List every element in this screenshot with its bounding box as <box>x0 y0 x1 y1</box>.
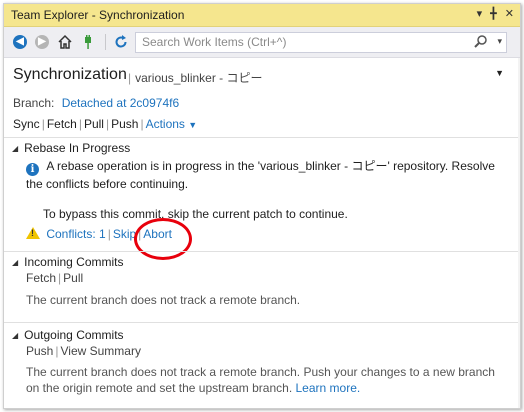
warning-icon <box>26 227 40 239</box>
title-bar: Team Explorer - Synchronization ▾ ╋ ✕ <box>4 4 520 27</box>
chevron-down-icon: ▼ <box>188 120 198 130</box>
team-explorer-window: Team Explorer - Synchronization ▾ ╋ ✕ ◀ … <box>3 3 521 409</box>
search-icon[interactable] <box>474 34 488 51</box>
learn-more-link[interactable]: Learn more. <box>296 381 361 395</box>
outgoing-push-link[interactable]: Push <box>26 344 53 358</box>
title-bar-buttons: ▾ ╋ ✕ <box>477 7 514 20</box>
info-icon: i <box>26 163 39 176</box>
bypass-note: To bypass this commit, skip the current … <box>26 206 506 222</box>
sync-actions-bar: Sync | Fetch | Pull | Push | Actions ▼ <box>13 117 198 131</box>
divider <box>4 322 520 323</box>
outgoing-note: The current branch does not track a remo… <box>26 364 501 396</box>
repository-name: various_blinker - コピー <box>135 71 263 85</box>
search-box: ▾ <box>135 32 507 53</box>
pin-icon[interactable]: ╋ <box>490 7 497 20</box>
view-summary-link[interactable]: View Summary <box>60 344 140 358</box>
incoming-fetch-link[interactable]: Fetch <box>26 271 56 285</box>
incoming-section-header[interactable]: ◢ Incoming Commits <box>12 255 124 269</box>
incoming-heading: Incoming Commits <box>24 255 124 269</box>
outgoing-section-header[interactable]: ◢ Outgoing Commits <box>12 328 124 342</box>
refresh-icon[interactable] <box>113 34 129 50</box>
page-menu-icon[interactable]: ▼ <box>495 68 504 78</box>
fetch-link[interactable]: Fetch <box>47 117 77 131</box>
conflicts-link[interactable]: Conflicts: 1 <box>46 227 105 241</box>
annotation-circle <box>134 218 192 260</box>
actions-label: Actions <box>145 117 185 131</box>
outgoing-note-text: The current branch does not track a remo… <box>26 365 495 395</box>
divider <box>4 251 520 252</box>
branch-row: Branch: Detached at 2c0974f6 <box>13 96 179 110</box>
rebase-heading: Rebase In Progress <box>24 141 131 155</box>
incoming-note: The current branch does not track a remo… <box>26 293 301 307</box>
connect-icon[interactable] <box>80 34 96 50</box>
incoming-pull-link[interactable]: Pull <box>63 271 83 285</box>
search-dropdown-icon[interactable]: ▾ <box>497 36 502 47</box>
collapse-triangle-icon[interactable]: ◢ <box>12 258 18 267</box>
search-input[interactable] <box>136 33 472 50</box>
divider <box>4 137 520 138</box>
page-title: Synchronization <box>13 66 127 83</box>
sync-link[interactable]: Sync <box>13 117 40 131</box>
rebase-message: i A rebase operation is in progress in t… <box>26 158 506 192</box>
branch-link[interactable]: Detached at 2c0974f6 <box>62 96 179 110</box>
actions-menu[interactable]: Actions ▼ <box>146 117 198 131</box>
skip-link[interactable]: Skip <box>113 227 136 241</box>
rebase-message-text: A rebase operation is in progress in the… <box>26 159 495 191</box>
home-icon[interactable] <box>57 34 73 50</box>
forward-icon[interactable]: ▶ <box>34 34 50 50</box>
page-header: Synchronization | various_blinker - コピー ▼ <box>4 58 520 88</box>
outgoing-heading: Outgoing Commits <box>24 328 124 342</box>
bypass-text: To bypass this commit, skip the current … <box>43 207 348 221</box>
push-link[interactable]: Push <box>111 117 138 131</box>
close-icon[interactable]: ✕ <box>505 7 514 20</box>
rebase-section-header[interactable]: ◢ Rebase In Progress <box>12 141 130 155</box>
toolbar-separator <box>105 34 106 50</box>
outgoing-actions: Push | View Summary <box>26 344 141 358</box>
back-icon[interactable]: ◀ <box>12 34 28 50</box>
scrollbar[interactable] <box>518 58 520 408</box>
dropdown-icon[interactable]: ▾ <box>477 7 483 20</box>
collapse-triangle-icon[interactable]: ◢ <box>12 144 18 153</box>
page-subtitle: | various_blinker - コピー <box>128 71 263 85</box>
pull-link[interactable]: Pull <box>84 117 104 131</box>
toolbar: ◀ ▶ ▾ <box>4 27 520 58</box>
collapse-triangle-icon[interactable]: ◢ <box>12 331 18 340</box>
branch-label: Branch: <box>13 96 55 110</box>
incoming-actions: Fetch | Pull <box>26 271 84 285</box>
window-title: Team Explorer - Synchronization <box>11 8 185 22</box>
